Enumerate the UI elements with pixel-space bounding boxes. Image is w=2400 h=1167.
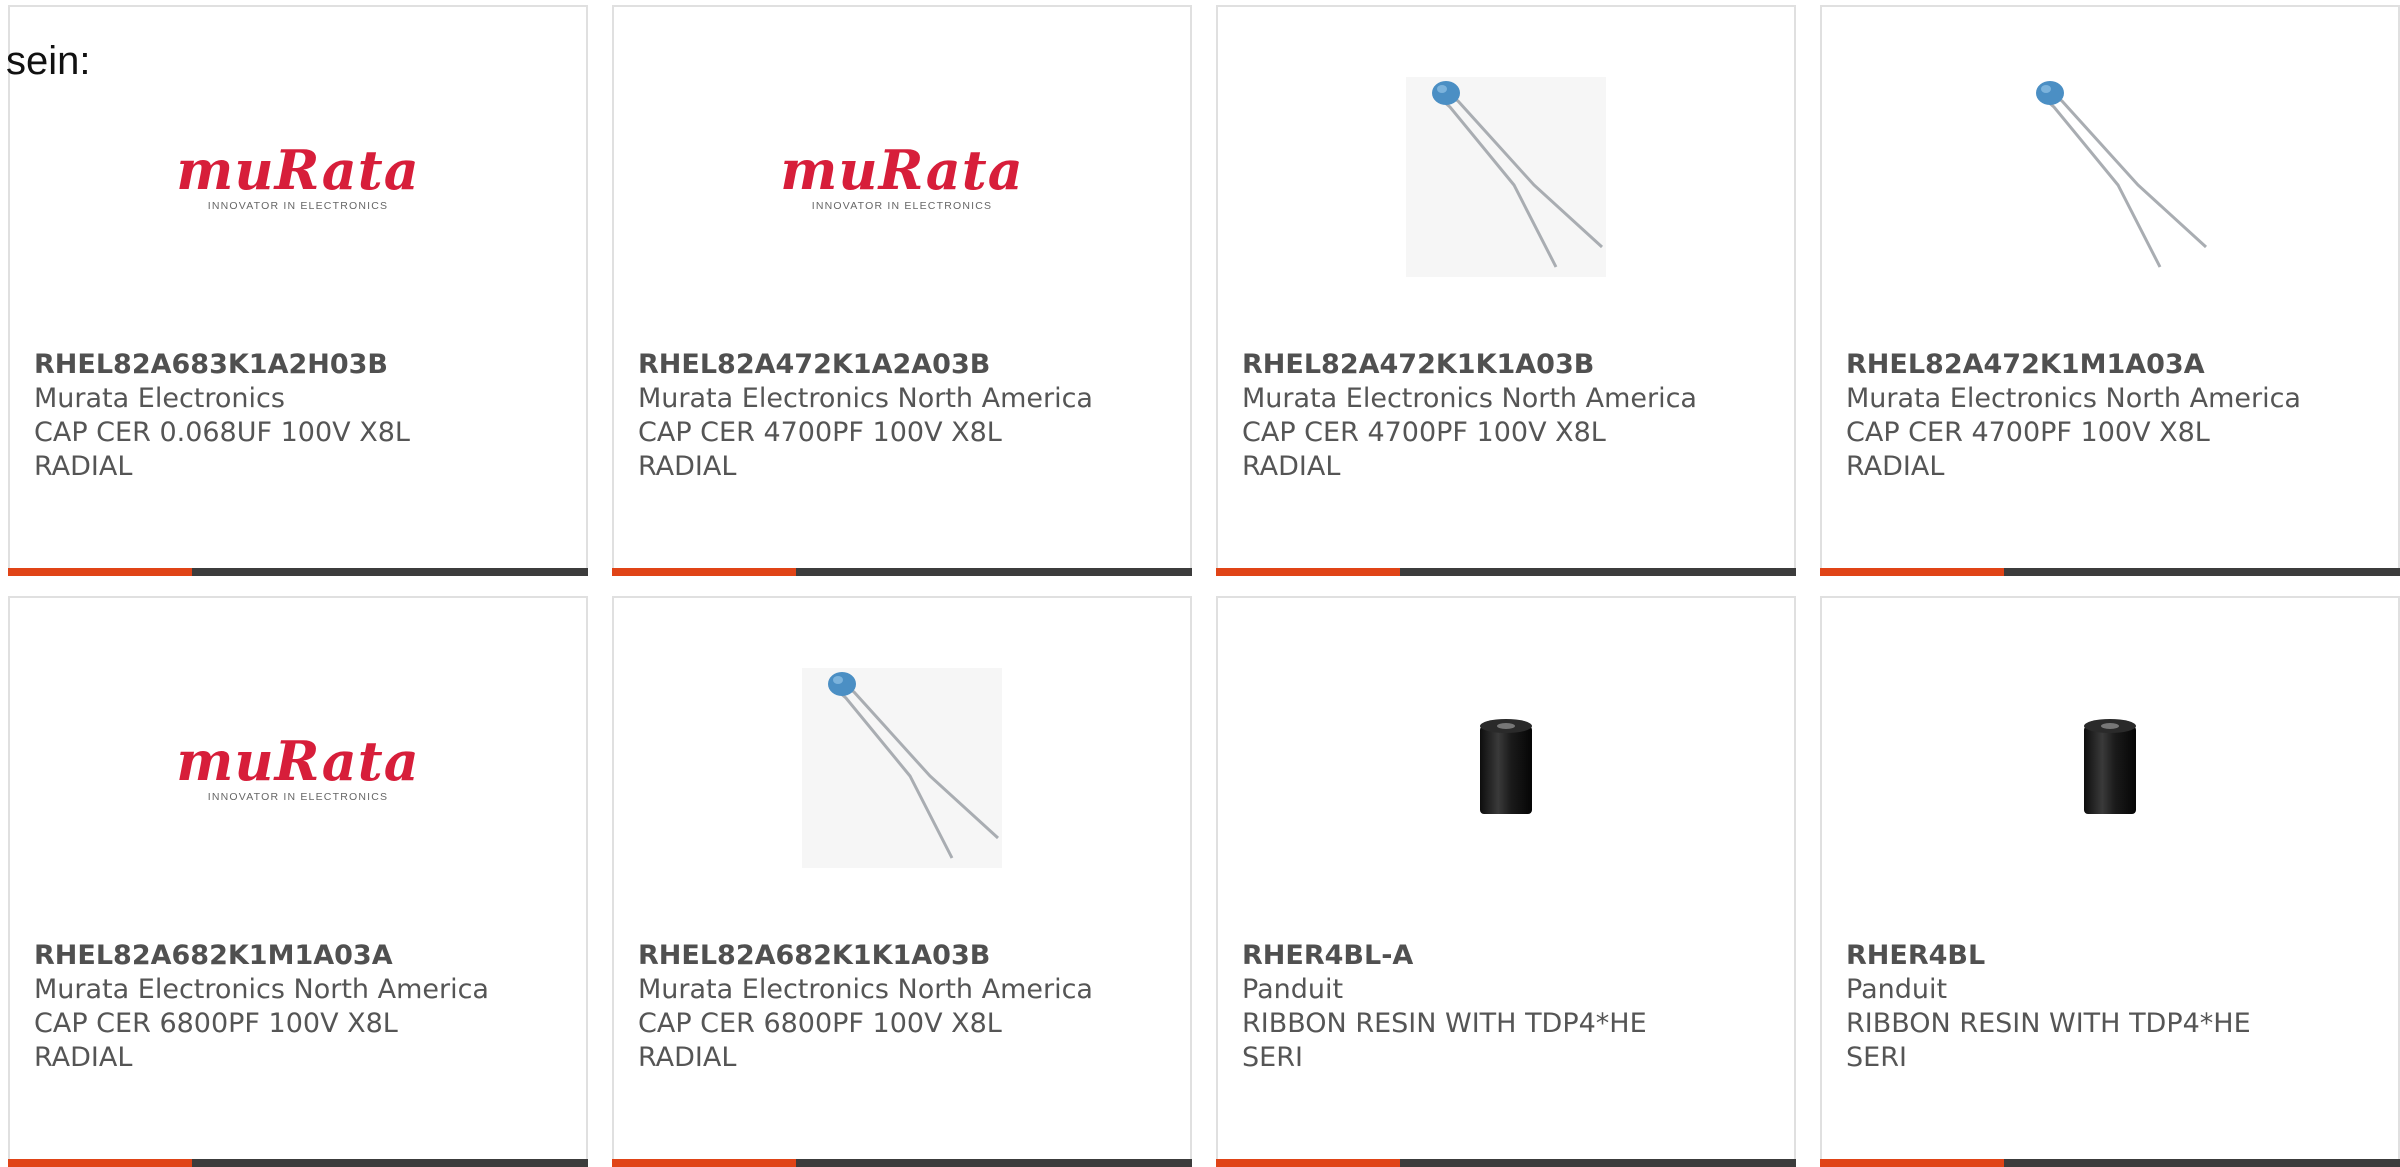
product-card[interactable]: RHEL82A682K1K1A03B Murata Electronics No…: [612, 596, 1192, 1167]
description-line-1: CAP CER 4700PF 100V X8L: [1846, 417, 2210, 448]
manufacturer: Murata Electronics North America: [638, 974, 1093, 1005]
card-accent: [1820, 568, 2004, 576]
description-line-2: RADIAL: [34, 1042, 133, 1073]
manufacturer: Murata Electronics North America: [1242, 383, 1697, 414]
product-info: RHEL82A683K1A2H03B Murata Electronics CA…: [34, 348, 576, 484]
murata-logo: muRata INNOVATOR IN ELECTRONICS: [780, 142, 1023, 212]
description-line-1: RIBBON RESIN WITH TDP4*HE: [1846, 1008, 2251, 1039]
card-footer-bar: [8, 1159, 588, 1167]
product-image[interactable]: [1822, 658, 2398, 878]
card-footer-bar: [1820, 568, 2400, 576]
ceramic-capacitor-icon: [802, 668, 1002, 868]
product-image[interactable]: [614, 658, 1190, 878]
card-footer-bar: [8, 568, 588, 576]
ribbon-roll-icon: [2010, 668, 2210, 868]
card-accent: [612, 568, 796, 576]
part-number[interactable]: RHEL82A472K1M1A03A: [1846, 348, 2388, 382]
product-info: RHEL82A682K1K1A03B Murata Electronics No…: [638, 939, 1180, 1075]
part-number[interactable]: RHER4BL: [1846, 939, 2388, 973]
product-info: RHEL82A682K1M1A03A Murata Electronics No…: [34, 939, 576, 1075]
part-number[interactable]: RHEL82A472K1K1A03B: [1242, 348, 1784, 382]
description-line-1: CAP CER 6800PF 100V X8L: [638, 1008, 1002, 1039]
description-line-1: CAP CER 6800PF 100V X8L: [34, 1008, 398, 1039]
logo-word: muRata: [176, 138, 420, 202]
product-image[interactable]: [1218, 67, 1794, 287]
part-number[interactable]: RHER4BL-A: [1242, 939, 1784, 973]
logo-tagline: INNOVATOR IN ELECTRONICS: [811, 200, 993, 212]
logo-tagline: INNOVATOR IN ELECTRONICS: [207, 791, 389, 803]
card-accent: [8, 1159, 192, 1167]
manufacturer: Panduit: [1846, 974, 1948, 1005]
part-number[interactable]: RHEL82A682K1K1A03B: [638, 939, 1180, 973]
description-line-2: RADIAL: [638, 451, 737, 482]
product-image[interactable]: muRata INNOVATOR IN ELECTRONICS: [614, 67, 1190, 287]
product-image[interactable]: [1218, 658, 1794, 878]
product-card[interactable]: muRata INNOVATOR IN ELECTRONICS RHEL82A6…: [8, 5, 588, 576]
description-line-1: CAP CER 4700PF 100V X8L: [1242, 417, 1606, 448]
product-card[interactable]: RHER4BL Panduit RIBBON RESIN WITH TDP4*H…: [1820, 596, 2400, 1167]
description-line-1: RIBBON RESIN WITH TDP4*HE: [1242, 1008, 1647, 1039]
card-accent: [1216, 1159, 1400, 1167]
product-card[interactable]: RHER4BL-A Panduit RIBBON RESIN WITH TDP4…: [1216, 596, 1796, 1167]
card-footer-bar: [612, 1159, 1192, 1167]
part-number[interactable]: RHEL82A683K1A2H03B: [34, 348, 576, 382]
description-line-2: SERI: [1846, 1042, 1907, 1073]
murata-logo: muRata INNOVATOR IN ELECTRONICS: [176, 733, 419, 803]
part-number[interactable]: RHEL82A682K1M1A03A: [34, 939, 576, 973]
logo-tagline: INNOVATOR IN ELECTRONICS: [207, 200, 389, 212]
product-card[interactable]: RHEL82A472K1K1A03B Murata Electronics No…: [1216, 5, 1796, 576]
description-line-2: RADIAL: [1846, 451, 1945, 482]
logo-word: muRata: [176, 729, 420, 793]
description-line-2: SERI: [1242, 1042, 1303, 1073]
manufacturer: Murata Electronics North America: [1846, 383, 2301, 414]
card-footer-bar: [1216, 1159, 1796, 1167]
card-accent: [1820, 1159, 2004, 1167]
description-line-2: RADIAL: [1242, 451, 1341, 482]
product-image[interactable]: [1822, 67, 2398, 287]
product-info: RHEL82A472K1A2A03B Murata Electronics No…: [638, 348, 1180, 484]
card-footer-bar: [1216, 568, 1796, 576]
description-line-2: RADIAL: [638, 1042, 737, 1073]
product-image[interactable]: muRata INNOVATOR IN ELECTRONICS: [10, 67, 586, 287]
manufacturer: Murata Electronics: [34, 383, 285, 414]
product-card[interactable]: RHEL82A472K1M1A03A Murata Electronics No…: [1820, 5, 2400, 576]
logo-word: muRata: [780, 138, 1024, 202]
product-grid: muRata INNOVATOR IN ELECTRONICS RHEL82A6…: [8, 5, 2400, 1167]
card-accent: [8, 568, 192, 576]
description-line-1: CAP CER 0.068UF 100V X8L: [34, 417, 410, 448]
product-card[interactable]: muRata INNOVATOR IN ELECTRONICS RHEL82A6…: [8, 596, 588, 1167]
description-line-2: RADIAL: [34, 451, 133, 482]
ceramic-capacitor-icon: [1406, 77, 1606, 277]
product-info: RHER4BL Panduit RIBBON RESIN WITH TDP4*H…: [1846, 939, 2388, 1075]
intro-text: sein:: [6, 39, 91, 83]
manufacturer: Murata Electronics North America: [638, 383, 1093, 414]
ribbon-roll-icon: [1406, 668, 1606, 868]
ceramic-capacitor-icon: [2010, 77, 2210, 277]
murata-logo: muRata INNOVATOR IN ELECTRONICS: [176, 142, 419, 212]
part-number[interactable]: RHEL82A472K1A2A03B: [638, 348, 1180, 382]
product-info: RHEL82A472K1K1A03B Murata Electronics No…: [1242, 348, 1784, 484]
card-accent: [1216, 568, 1400, 576]
product-image[interactable]: muRata INNOVATOR IN ELECTRONICS: [10, 658, 586, 878]
description-line-1: CAP CER 4700PF 100V X8L: [638, 417, 1002, 448]
manufacturer: Murata Electronics North America: [34, 974, 489, 1005]
product-card[interactable]: muRata INNOVATOR IN ELECTRONICS RHEL82A4…: [612, 5, 1192, 576]
product-info: RHEL82A472K1M1A03A Murata Electronics No…: [1846, 348, 2388, 484]
card-accent: [612, 1159, 796, 1167]
product-info: RHER4BL-A Panduit RIBBON RESIN WITH TDP4…: [1242, 939, 1784, 1075]
manufacturer: Panduit: [1242, 974, 1344, 1005]
card-footer-bar: [1820, 1159, 2400, 1167]
card-footer-bar: [612, 568, 1192, 576]
